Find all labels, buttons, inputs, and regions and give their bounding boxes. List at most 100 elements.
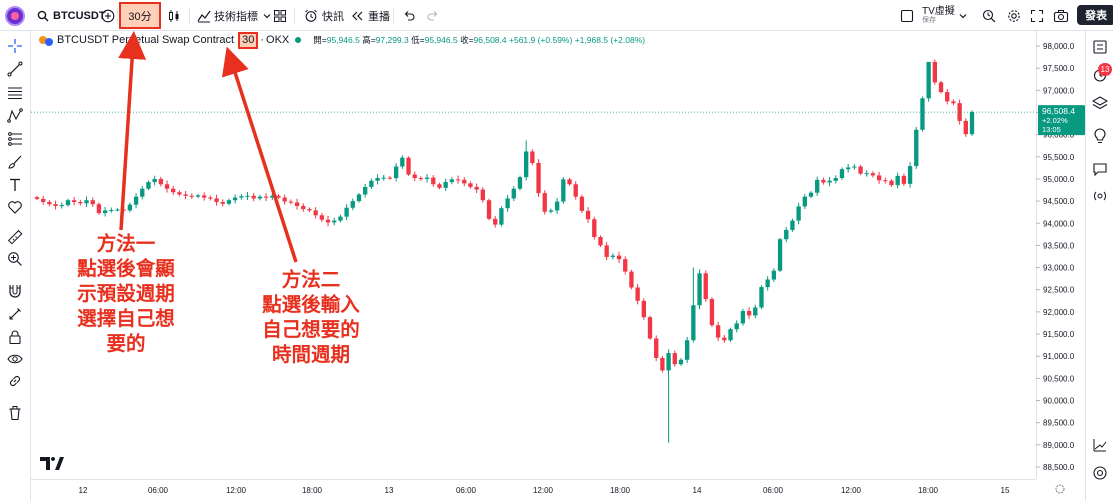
grid-icon	[274, 9, 286, 22]
legend-symbol-title[interactable]: BTCUSDT Perpetual Swap Contract	[57, 34, 234, 46]
undo-icon	[404, 10, 415, 21]
brush-icon	[8, 155, 22, 169]
measure-tool[interactable]	[5, 227, 25, 247]
magnet-tool[interactable]	[5, 281, 25, 301]
candle-body	[294, 202, 300, 206]
last-price-tag-text: 96,508.4	[1042, 106, 1075, 116]
candle-body	[734, 323, 739, 330]
stay-drawing-tool[interactable]	[5, 304, 25, 324]
symbol-search-button[interactable]: BTCUSDT	[37, 0, 106, 31]
quick-search-button[interactable]	[982, 0, 996, 31]
avatar-logo-icon	[5, 5, 25, 26]
crosshair-icon	[8, 39, 22, 53]
user-avatar[interactable]	[5, 0, 25, 31]
candle-body	[183, 194, 188, 196]
candle-body	[245, 195, 250, 197]
candle-body	[684, 340, 690, 360]
close-label: 收=	[460, 35, 474, 45]
candle-body	[827, 180, 832, 183]
text-tool[interactable]	[5, 175, 25, 195]
replay-button[interactable]: 重播	[350, 0, 390, 31]
candle-body	[660, 357, 665, 371]
square-icon	[900, 9, 914, 22]
streams-button[interactable]	[1090, 186, 1110, 206]
snapshot-button[interactable]	[1053, 0, 1069, 31]
candles-icon	[169, 9, 179, 22]
tradingview-logo-icon	[40, 457, 64, 470]
lock-drawings-tool[interactable]	[5, 327, 25, 347]
alert-button[interactable]: 快訊	[304, 0, 344, 31]
candle-body	[641, 300, 646, 318]
redo-button[interactable]	[426, 0, 440, 31]
candle-body	[740, 311, 746, 324]
projection-tool[interactable]	[5, 129, 25, 149]
settings-button[interactable]	[1007, 0, 1021, 31]
candle-body	[189, 195, 194, 197]
candle-body	[678, 359, 684, 365]
plus-circle-icon	[101, 9, 115, 22]
candle-body	[34, 197, 40, 199]
candle-body	[951, 101, 956, 104]
fullscreen-toggle[interactable]	[900, 0, 914, 31]
layout-menu-button[interactable]	[958, 0, 968, 31]
compare-symbol-button[interactable]	[101, 0, 115, 31]
layout-save-button[interactable]: TV虛擬 保存	[922, 0, 955, 31]
candle-body	[703, 273, 708, 300]
chat-button[interactable]	[1090, 159, 1110, 179]
undo-button[interactable]	[402, 0, 416, 31]
legend-timeframe[interactable]: 30	[238, 31, 259, 49]
candle-body	[121, 209, 126, 211]
method2-line: 時間週期	[271, 344, 350, 366]
candle-body	[319, 215, 325, 220]
candle-body	[369, 180, 374, 187]
candle-body	[852, 166, 857, 168]
icon-tool[interactable]	[5, 197, 25, 217]
candle-body	[821, 179, 826, 183]
help-button[interactable]	[1090, 463, 1110, 483]
indicators-button[interactable]: 技術指標	[197, 0, 272, 31]
candle-body	[53, 204, 58, 206]
candle-body	[462, 179, 467, 184]
candle-body	[270, 195, 275, 198]
candle-body	[542, 193, 547, 212]
link-tool[interactable]	[5, 371, 25, 391]
x-tick-label: 06:00	[148, 486, 169, 495]
fib-tool[interactable]	[5, 83, 25, 103]
watchlist-button[interactable]	[1090, 37, 1110, 57]
open-value: 95,946.5	[326, 35, 360, 45]
candle-body	[629, 271, 634, 288]
method2-line: 自己想要的	[262, 319, 360, 341]
candle-body	[214, 198, 219, 202]
y-tick-label: 90,000.0	[1043, 397, 1075, 406]
trend-line-tool[interactable]	[5, 59, 25, 79]
brush-tool[interactable]	[5, 152, 25, 172]
publish-button[interactable]: 發表	[1077, 5, 1113, 25]
layout-templates-button[interactable]	[273, 0, 287, 31]
zoom-tool[interactable]	[5, 249, 25, 269]
lock-icon	[9, 330, 21, 345]
bar-style-button[interactable]	[167, 0, 181, 31]
interval-button[interactable]: 30分	[119, 2, 161, 29]
chart-legend: BTCUSDT Perpetual Swap Contract 30 · OKX…	[38, 31, 645, 49]
candle-body	[722, 337, 727, 341]
method1-line: 點選後會顯	[77, 258, 175, 280]
candle-body	[864, 173, 869, 175]
candle-body	[387, 177, 393, 179]
remove-drawings-tool[interactable]	[5, 403, 25, 423]
fullscreen-button[interactable]	[1030, 0, 1044, 31]
candle-body	[932, 61, 938, 83]
hide-drawings-tool[interactable]	[5, 349, 25, 369]
candle-body	[127, 204, 133, 211]
y-tick-label: 94,000.0	[1043, 219, 1075, 228]
scale-mode-button[interactable]	[1090, 435, 1110, 455]
y-tick-label: 95,500.0	[1043, 153, 1075, 162]
high-value: 97,299.3	[375, 35, 409, 45]
ruler-icon	[7, 229, 23, 245]
layers-button[interactable]	[1090, 93, 1110, 113]
trend-icon	[1093, 439, 1107, 452]
ideas-button[interactable]	[1090, 126, 1110, 146]
y-tick-label: 89,000.0	[1043, 441, 1075, 450]
pattern-tool[interactable]	[5, 106, 25, 126]
search-clock-icon	[982, 9, 996, 22]
crosshair-tool[interactable]	[5, 36, 25, 56]
